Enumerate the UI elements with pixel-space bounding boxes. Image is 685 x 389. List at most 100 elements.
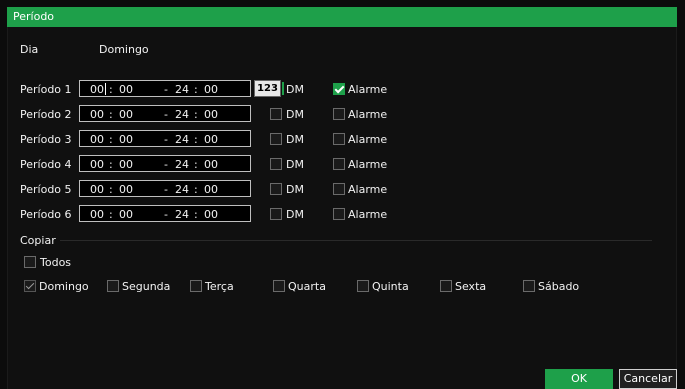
cancel-button[interactable]: Cancelar	[619, 369, 677, 389]
dm-label: DM	[286, 83, 304, 96]
end-hour[interactable]: 24	[175, 108, 189, 121]
range-separator: -	[164, 108, 168, 121]
dm-checkbox[interactable]	[270, 133, 282, 145]
dm-checkbox[interactable]	[270, 183, 282, 195]
alarm-label: Alarme	[348, 133, 388, 146]
copy-divider	[60, 240, 652, 241]
alarm-checkbox[interactable]	[333, 208, 345, 220]
time-colon: :	[109, 208, 113, 221]
end-minute[interactable]: 00	[204, 108, 218, 121]
alarm-label: Alarme	[348, 83, 388, 96]
period-time-range[interactable]: 00:00-24:00	[79, 130, 251, 147]
copy-day-label: Domingo	[39, 280, 89, 293]
start-minute[interactable]: 00	[119, 208, 133, 221]
start-hour[interactable]: 00	[90, 133, 104, 146]
time-colon: :	[194, 158, 198, 171]
dm-label: DM	[286, 158, 304, 171]
range-separator: -	[164, 83, 168, 96]
end-minute[interactable]: 00	[204, 183, 218, 196]
copy-day-label: Segunda	[122, 280, 171, 293]
start-hour[interactable]: 00	[90, 108, 104, 121]
day-value: Domingo	[99, 43, 149, 56]
end-hour[interactable]: 24	[175, 133, 189, 146]
alarm-checkbox[interactable]	[333, 83, 345, 95]
period-time-range[interactable]: 00:00-24:00	[79, 205, 251, 222]
alarm-label: Alarme	[348, 108, 388, 121]
dm-checkbox[interactable]	[270, 158, 282, 170]
copy-day-label: Quinta	[372, 280, 409, 293]
period-time-range[interactable]: 00:00-24:00	[79, 105, 251, 122]
time-colon: :	[194, 208, 198, 221]
end-hour[interactable]: 24	[175, 208, 189, 221]
end-hour[interactable]: 24	[175, 183, 189, 196]
alarm-checkbox[interactable]	[333, 108, 345, 120]
dm-label: DM	[286, 183, 304, 196]
time-colon: :	[109, 108, 113, 121]
dm-checkbox[interactable]	[270, 208, 282, 220]
period-time-range[interactable]: 00:00-24:00	[79, 180, 251, 197]
time-colon: :	[109, 133, 113, 146]
dm-checkbox[interactable]	[270, 108, 282, 120]
copy-section-label: Copiar	[20, 234, 56, 247]
alarm-label: Alarme	[348, 208, 388, 221]
alarm-checkbox[interactable]	[333, 183, 345, 195]
copy-day-checkbox[interactable]	[273, 280, 285, 292]
copy-all-checkbox[interactable]	[24, 256, 36, 268]
time-colon: :	[109, 83, 113, 96]
ok-button[interactable]: OK	[545, 369, 613, 389]
period-time-range[interactable]: 00:00-24:00	[79, 155, 251, 172]
copy-day-checkbox[interactable]	[357, 280, 369, 292]
alarm-checkbox[interactable]	[333, 133, 345, 145]
alarm-checkbox[interactable]	[333, 158, 345, 170]
start-minute[interactable]: 00	[119, 108, 133, 121]
range-separator: -	[164, 158, 168, 171]
start-minute[interactable]: 00	[119, 133, 133, 146]
start-hour[interactable]: 00	[90, 83, 104, 96]
time-colon: :	[194, 83, 198, 96]
time-colon: :	[194, 108, 198, 121]
end-minute[interactable]: 00	[204, 83, 218, 96]
period-label: Período 6	[20, 208, 72, 221]
start-hour[interactable]: 00	[90, 158, 104, 171]
period-label: Período 5	[20, 183, 72, 196]
end-hour[interactable]: 24	[175, 158, 189, 171]
period-label: Período 2	[20, 108, 72, 121]
range-separator: -	[164, 208, 168, 221]
start-minute[interactable]: 00	[119, 83, 133, 96]
copy-day-label: Sexta	[455, 280, 487, 293]
end-minute[interactable]: 00	[204, 158, 218, 171]
period-label: Período 4	[20, 158, 72, 171]
range-separator: -	[164, 133, 168, 146]
copy-day-checkbox[interactable]	[24, 280, 36, 292]
end-hour[interactable]: 24	[175, 83, 189, 96]
start-minute[interactable]: 00	[119, 158, 133, 171]
period-label: Período 1	[20, 83, 72, 96]
time-colon: :	[109, 158, 113, 171]
period-time-range[interactable]: 00:00-24:00	[79, 80, 251, 97]
period-label: Período 3	[20, 133, 72, 146]
title-bar[interactable]: Período	[7, 7, 677, 27]
copy-day-checkbox[interactable]	[190, 280, 202, 292]
dm-label: DM	[286, 208, 304, 221]
copy-day-checkbox[interactable]	[440, 280, 452, 292]
dialog-title: Período	[13, 10, 55, 23]
period-dialog: Período Dia Domingo Período 1 00:00-24:00…	[0, 0, 685, 389]
copy-day-checkbox[interactable]	[523, 280, 535, 292]
copy-day-label: Sábado	[538, 280, 580, 293]
alarm-label: Alarme	[348, 183, 388, 196]
end-minute[interactable]: 00	[204, 133, 218, 146]
range-separator: -	[164, 183, 168, 196]
end-minute[interactable]: 00	[204, 208, 218, 221]
start-hour[interactable]: 00	[90, 183, 104, 196]
start-hour[interactable]: 00	[90, 208, 104, 221]
input-mode-badge[interactable]: 123	[254, 80, 284, 97]
text-cursor	[105, 83, 106, 95]
time-colon: :	[109, 183, 113, 196]
start-minute[interactable]: 00	[119, 183, 133, 196]
dm-label: DM	[286, 133, 304, 146]
copy-day-label: Quarta	[288, 280, 326, 293]
copy-day-checkbox[interactable]	[107, 280, 119, 292]
copy-all-label: Todos	[40, 256, 72, 269]
time-colon: :	[194, 183, 198, 196]
alarm-label: Alarme	[348, 158, 388, 171]
